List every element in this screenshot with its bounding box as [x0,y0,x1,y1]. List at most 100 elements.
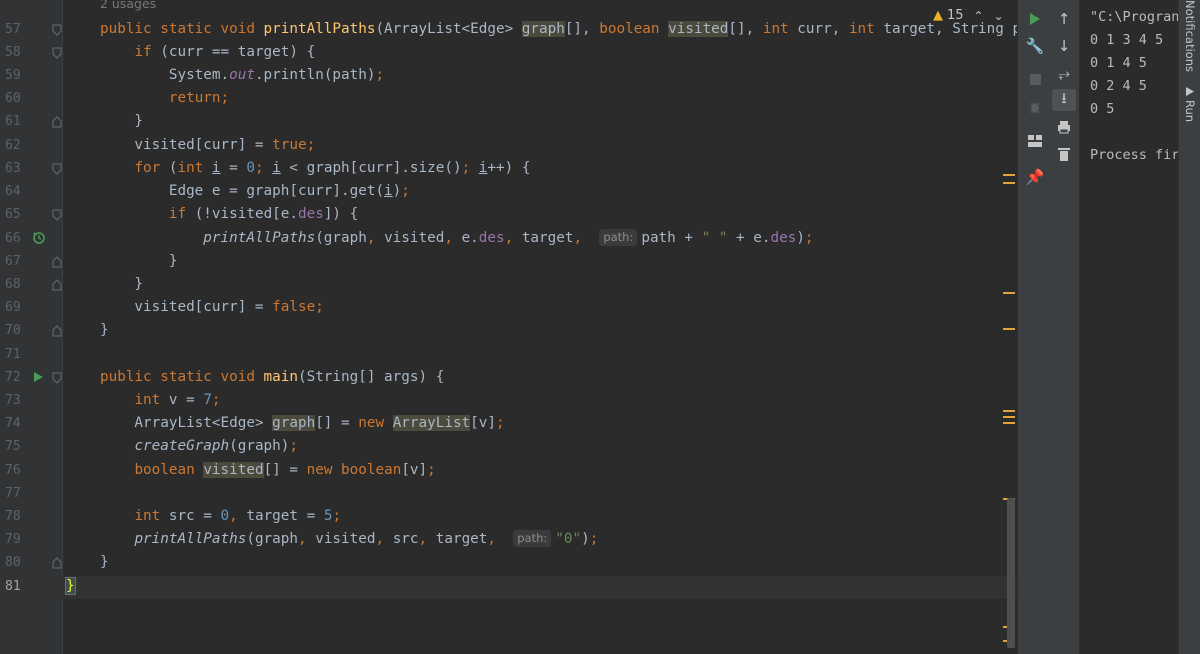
line-number: 58 [5,45,21,60]
pin-icon[interactable]: 📌 [1023,166,1047,188]
code-line[interactable]: public static void printAllPaths(ArrayLi… [100,18,1017,41]
fold-marker-icon[interactable] [52,24,62,36]
param-hint: path: [599,229,638,246]
code-line[interactable]: return; [100,87,229,110]
line-number: 80 [5,555,21,570]
line-number: 76 [5,463,21,478]
fold-marker-icon[interactable] [52,47,62,59]
code-line-current[interactable]: } [65,575,76,598]
line-number: 62 [5,138,21,153]
code-line[interactable]: } [100,250,178,273]
run-main-icon[interactable] [32,371,46,385]
line-number: 78 [5,509,21,524]
fold-marker-icon[interactable] [52,209,62,221]
code-line[interactable]: boolean visited[] = new boolean[v]; [100,459,436,482]
console-line: "C:\Progran [1090,9,1178,25]
line-number: 63 [5,161,21,176]
line-number: 69 [5,300,21,315]
code-line[interactable]: System.out.println(path); [100,64,384,87]
previous-highlight-icon[interactable]: ⌃ [974,9,984,23]
line-number: 74 [5,416,21,431]
code-line[interactable]: Edge e = graph[curr].get(i); [100,180,410,203]
warning-stripe[interactable] [1003,174,1015,176]
line-number: 79 [5,532,21,547]
usages-hint[interactable]: 2 usages [100,0,156,11]
run-tab-icon [1186,87,1194,97]
down-arrow-icon[interactable]: ↓ [1052,35,1076,57]
code-line[interactable]: int src = 0, target = 5; [100,505,341,528]
recursive-call-icon[interactable] [32,231,46,245]
code-line[interactable]: } [100,110,143,133]
warning-stripe[interactable] [1003,328,1015,330]
fold-end-icon[interactable] [52,256,62,268]
line-number: 59 [5,68,21,83]
console-line: 0 5 [1090,101,1115,117]
run-tab[interactable]: Run [1179,84,1200,126]
line-number: 60 [5,91,21,106]
code-line[interactable]: ArrayList<Edge> graph[] = new ArrayList[… [100,412,505,435]
console-line: Process fir [1090,147,1178,163]
param-hint: path: [513,530,552,547]
line-number: 75 [5,439,21,454]
code-line[interactable]: for (int i = 0; i < graph[curr].size(); … [100,157,530,180]
warning-stripe[interactable] [1003,416,1015,418]
code-line[interactable]: } [100,273,143,296]
code-line[interactable]: public static void main(String[] args) { [100,366,444,389]
code-line[interactable]: } [100,551,109,574]
wrench-icon[interactable]: 🔧 [1023,35,1047,57]
scroll-to-end-icon[interactable]: ⭳ [1052,89,1076,111]
line-number: 70 [5,323,21,338]
line-number: 67 [5,254,21,269]
fold-marker-icon[interactable] [52,372,62,384]
debug-icon[interactable] [1023,96,1047,118]
run-console-output[interactable]: "C:\Progran 0 1 3 4 5 0 1 4 5 0 2 4 5 0 … [1079,0,1178,654]
code-line[interactable]: printAllPaths(graph, visited, e.des, tar… [100,227,814,250]
print-icon[interactable] [1052,116,1076,138]
inspections-widget[interactable]: ▲ 15 ⌃ ⌄ [933,8,1004,23]
code-editor[interactable]: 2 usages 57 58 59 60 61 62 63 64 65 66 6… [0,0,1017,654]
caret-row-highlight [62,576,1017,599]
line-number: 72 [5,370,21,385]
code-line[interactable]: visited[curr] = false; [100,296,323,319]
trash-icon[interactable] [1052,143,1076,165]
warning-stripe[interactable] [1003,422,1015,424]
scrollbar-thumb[interactable] [1007,498,1015,648]
line-number: 66 [5,231,21,246]
fold-end-icon[interactable] [52,279,62,291]
run-toolbar: ↑ 🔧 ↓ ⥅ ⭳ 📌 [1017,0,1080,654]
warning-stripe[interactable] [1003,292,1015,294]
warning-stripe[interactable] [1003,182,1015,184]
stop-icon[interactable] [1023,68,1047,90]
rerun-icon[interactable] [1023,8,1047,30]
line-number: 57 [5,22,21,37]
layout-icon[interactable] [1023,130,1047,152]
line-number: 61 [5,114,21,129]
console-line: 0 2 4 5 [1090,78,1147,94]
warning-triangle-icon: ▲ [933,8,943,23]
notifications-tab[interactable]: Notifications [1179,0,1200,72]
code-line[interactable]: printAllPaths(graph, visited, src, targe… [100,528,598,551]
warning-stripe[interactable] [1003,410,1015,412]
fold-end-icon[interactable] [52,557,62,569]
line-number-current: 81 [5,579,21,594]
soft-wrap-icon[interactable]: ⥅ [1052,62,1076,84]
warning-count: 15 [947,8,964,23]
code-line[interactable]: if (curr == target) { [100,41,315,64]
line-number: 71 [5,347,21,362]
line-number: 64 [5,184,21,199]
fold-end-icon[interactable] [52,325,62,337]
line-number: 73 [5,393,21,408]
console-line: 0 1 3 4 5 [1090,32,1164,48]
code-line[interactable]: int v = 7; [100,389,220,412]
code-line[interactable]: createGraph(graph); [100,435,298,458]
line-number: 68 [5,277,21,292]
code-line[interactable]: } [100,319,109,342]
right-tool-strip: Notifications Run [1178,0,1200,654]
fold-marker-icon[interactable] [52,163,62,175]
up-arrow-icon[interactable]: ↑ [1052,8,1076,30]
fold-end-icon[interactable] [52,116,62,128]
console-line: 0 1 4 5 [1090,55,1147,71]
code-line[interactable]: if (!visited[e.des]) { [100,203,358,226]
line-number: 65 [5,207,21,222]
code-line[interactable]: visited[curr] = true; [100,134,315,157]
